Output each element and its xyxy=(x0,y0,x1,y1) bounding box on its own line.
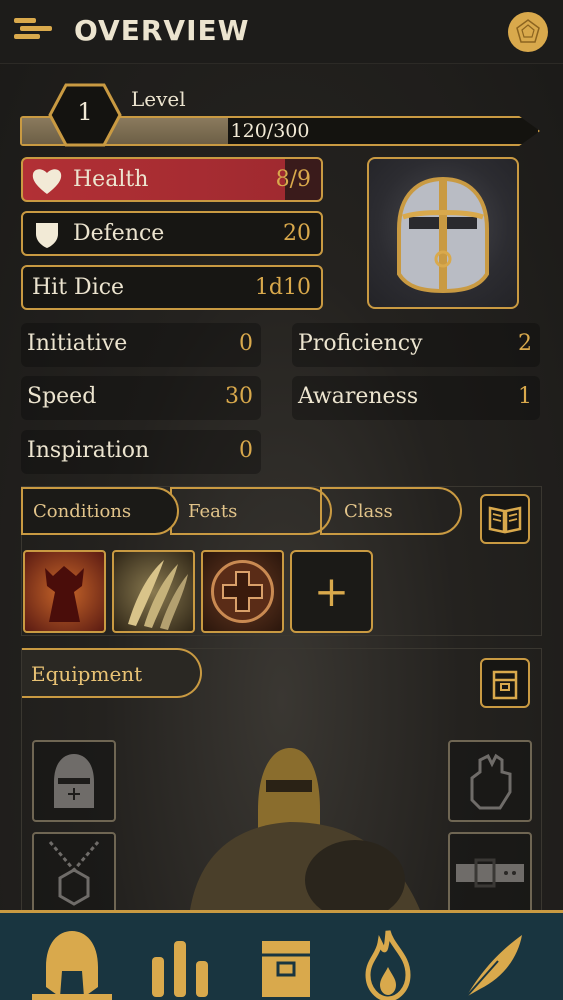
awareness-label: Awareness xyxy=(298,384,419,409)
speed-value: 30 xyxy=(225,384,253,409)
initiative-stat[interactable]: Initiative 0 xyxy=(21,323,261,367)
proficiency-stat[interactable]: Proficiency 2 xyxy=(292,323,540,367)
shield-icon xyxy=(36,223,58,248)
feat-claws-icon[interactable] xyxy=(112,550,195,633)
tab-conditions[interactable]: Conditions xyxy=(21,487,179,535)
defence-box[interactable]: Defence 20 xyxy=(21,211,323,256)
initiative-value: 0 xyxy=(239,331,253,356)
health-label: Health xyxy=(73,167,149,192)
nav-spartan-helmet-icon[interactable] xyxy=(36,927,108,1000)
proficiency-value: 2 xyxy=(518,331,532,356)
defence-value: 20 xyxy=(283,221,311,246)
nav-stats-bars-icon[interactable] xyxy=(144,927,216,1000)
nav-backpack-icon[interactable] xyxy=(250,927,322,1000)
initiative-label: Initiative xyxy=(27,331,128,356)
d20-dice-icon[interactable] xyxy=(508,12,548,52)
bottom-nav xyxy=(0,910,563,1000)
tab-class[interactable]: Class xyxy=(320,487,462,535)
speed-stat[interactable]: Speed 30 xyxy=(21,376,261,420)
inspiration-label: Inspiration xyxy=(27,438,150,463)
speed-label: Speed xyxy=(27,384,97,409)
character-helmet-portrait[interactable] xyxy=(367,157,519,309)
waist-slot-belt-icon[interactable] xyxy=(448,832,532,914)
defence-label: Defence xyxy=(73,221,165,246)
add-feat-button[interactable]: + xyxy=(290,550,373,633)
hit-dice-value: 1d10 xyxy=(254,275,311,300)
feat-medical-cross-icon[interactable] xyxy=(201,550,284,633)
health-value: 8/9 xyxy=(275,167,311,192)
open-book-icon[interactable] xyxy=(480,494,530,544)
awareness-value: 1 xyxy=(518,384,532,409)
level-label: Level xyxy=(131,87,186,111)
nav-active-indicator xyxy=(32,994,112,1000)
hands-slot-gauntlet-icon[interactable] xyxy=(448,740,532,822)
feat-rage-icon[interactable] xyxy=(23,550,106,633)
page-title: OVERVIEW xyxy=(74,14,250,47)
inspiration-value: 0 xyxy=(239,438,253,463)
health-box[interactable]: Health 8/9 xyxy=(21,157,323,202)
inspiration-stat[interactable]: Inspiration 0 xyxy=(21,430,261,474)
menu-icon[interactable] xyxy=(14,16,52,46)
knight-helmet-icon xyxy=(397,176,489,294)
knight-silhouette xyxy=(190,748,420,910)
hit-dice-label: Hit Dice xyxy=(32,275,125,300)
awareness-stat[interactable]: Awareness 1 xyxy=(292,376,540,420)
head-slot-helmet-icon[interactable] xyxy=(32,740,116,822)
level-number: 1 xyxy=(77,98,93,126)
tab-feats[interactable]: Feats xyxy=(170,487,332,535)
neck-slot-amulet-icon[interactable] xyxy=(32,832,116,914)
hit-dice-box[interactable]: Hit Dice 1d10 xyxy=(21,265,323,310)
proficiency-label: Proficiency xyxy=(298,331,423,356)
equipment-label: Equipment xyxy=(22,648,202,698)
nav-quill-feather-icon[interactable] xyxy=(458,927,530,1000)
nav-flame-icon[interactable] xyxy=(352,927,424,1000)
heart-icon xyxy=(32,169,62,194)
backpack-inventory-icon[interactable] xyxy=(480,658,530,708)
